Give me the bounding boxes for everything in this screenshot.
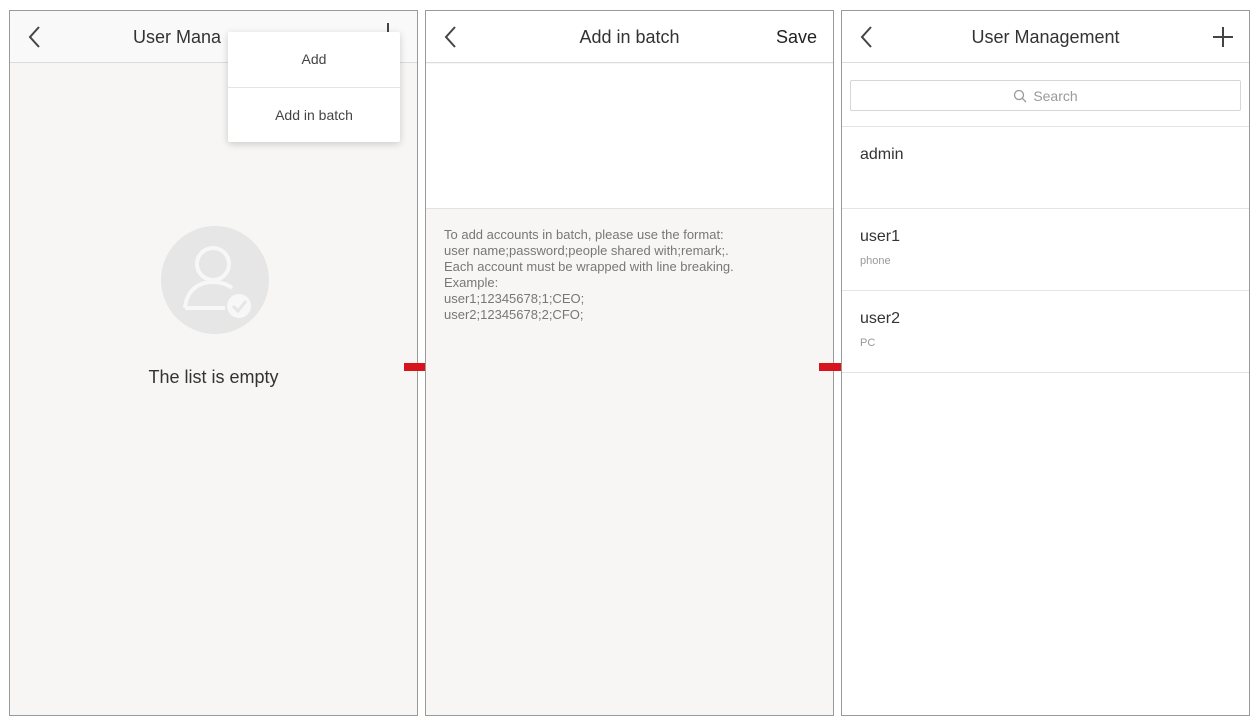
help-line: Example: <box>444 275 499 290</box>
page-title: Add in batch <box>579 27 680 47</box>
plus-icon[interactable] <box>1211 25 1235 49</box>
batch-format-help: To add accounts in batch, please use the… <box>444 227 823 323</box>
help-line: Each account must be wrapped with line b… <box>444 259 734 274</box>
list-item-user[interactable]: user1 phone <box>842 209 1249 291</box>
search-input[interactable]: Search <box>850 80 1241 111</box>
page-title: User Mana <box>133 27 222 47</box>
empty-user-avatar-icon <box>161 226 269 334</box>
user-name: user2 <box>860 310 901 327</box>
menu-item-add[interactable]: Add <box>228 32 400 87</box>
user-list: admin user1 phone user2 PC <box>842 127 1249 373</box>
help-line: user name;password;people shared with;re… <box>444 243 729 258</box>
screen-user-management-list: User Management Search admin user1 phone… <box>841 10 1250 716</box>
help-line: user1;12345678;1;CEO; <box>444 291 585 306</box>
user-device: PC <box>860 337 876 349</box>
screen-user-management-empty: User Mana Add Add in batch The list is e… <box>9 10 418 716</box>
user-name: admin <box>860 146 904 163</box>
help-line: user2;12345678;2;CFO; <box>444 307 584 322</box>
add-dropdown-menu: Add Add in batch <box>228 32 400 142</box>
navbar: Add in batch Save <box>426 11 833 63</box>
menu-item-add-in-batch[interactable]: Add in batch <box>228 87 400 142</box>
user-device: phone <box>860 255 891 267</box>
batch-accounts-textarea[interactable] <box>426 64 833 209</box>
save-button[interactable]: Save <box>776 11 817 63</box>
search-placeholder: Search <box>1033 87 1078 104</box>
user-name: user1 <box>860 228 901 245</box>
list-item-user[interactable]: admin <box>842 127 1249 209</box>
navbar: User Management <box>842 11 1249 63</box>
screen-add-in-batch: Add in batch Save To add accounts in bat… <box>425 10 834 716</box>
list-item-user[interactable]: user2 PC <box>842 291 1249 373</box>
empty-list-message: The list is empty <box>148 367 279 387</box>
help-line: To add accounts in batch, please use the… <box>444 227 724 242</box>
page-title: User Management <box>971 27 1120 47</box>
back-chevron-icon[interactable] <box>20 22 50 52</box>
search-icon <box>1014 89 1027 102</box>
